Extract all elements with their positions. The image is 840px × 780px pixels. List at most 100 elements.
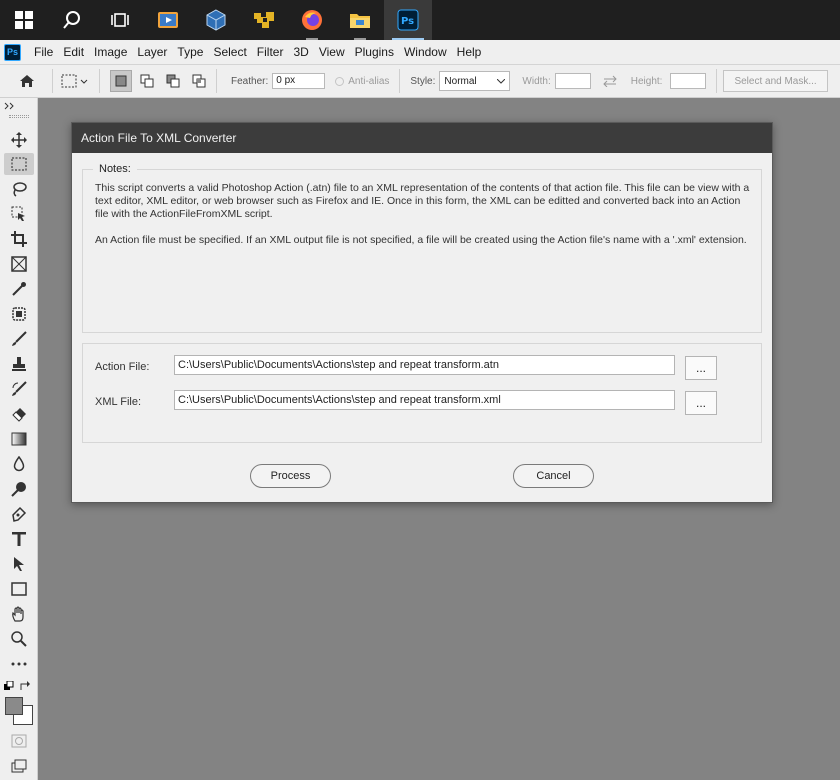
spot-healing-tool[interactable]: [4, 303, 34, 325]
menu-layer[interactable]: Layer: [132, 40, 172, 64]
lasso-tool[interactable]: [4, 178, 34, 200]
notes-text: This script converts a valid Photoshop A…: [95, 182, 755, 260]
brush-icon: [12, 331, 27, 346]
style-label: Style:: [410, 75, 436, 87]
history-brush-tool[interactable]: [4, 378, 34, 400]
notes-legend: Notes:: [93, 163, 137, 175]
menu-help[interactable]: Help: [452, 40, 487, 64]
action-file-input[interactable]: C:\Users\Public\Documents\Actions\step a…: [174, 355, 675, 375]
media-player-app[interactable]: [144, 0, 192, 40]
frame-icon: [11, 256, 27, 272]
photoshop-logo-icon[interactable]: Ps: [4, 43, 21, 61]
menu-window[interactable]: Window: [399, 40, 452, 64]
brush-tool[interactable]: [4, 328, 34, 350]
home-button[interactable]: [16, 70, 38, 92]
start-button[interactable]: [0, 0, 48, 40]
separator: [216, 69, 217, 93]
rectangle-tool[interactable]: [4, 578, 34, 600]
clone-stamp-tool[interactable]: [4, 353, 34, 375]
dialog-title[interactable]: Action File To XML Converter: [72, 123, 772, 153]
menu-view[interactable]: View: [314, 40, 350, 64]
blur-tool[interactable]: [4, 453, 34, 475]
separator: [99, 69, 100, 93]
default-colors-icon[interactable]: [4, 681, 14, 691]
eyedropper-tool[interactable]: [4, 278, 34, 300]
photoshop-app[interactable]: Ps: [384, 0, 432, 40]
menu-type[interactable]: Type: [172, 40, 208, 64]
task-view-icon: [111, 13, 129, 27]
notes-group: Notes: This script converts a valid Phot…: [82, 163, 762, 333]
quick-mask-icon[interactable]: [11, 734, 27, 748]
type-tool[interactable]: [4, 528, 34, 550]
screen-mode-icon[interactable]: [11, 759, 27, 773]
file-explorer-app[interactable]: [336, 0, 384, 40]
menu-plugins[interactable]: Plugins: [350, 40, 399, 64]
action-file-browse-button[interactable]: ...: [685, 356, 717, 380]
zoom-tool[interactable]: [4, 628, 34, 650]
action-file-label: Action File:: [95, 361, 150, 373]
xml-file-browse-button[interactable]: ...: [685, 391, 717, 415]
feather-label: Feather:: [231, 75, 269, 87]
firefox-app[interactable]: [288, 0, 336, 40]
panel-grip[interactable]: [9, 115, 29, 118]
marquee-preset-icon: [61, 74, 88, 88]
subtract-from-selection-button[interactable]: [162, 70, 184, 92]
pen-tool[interactable]: [4, 503, 34, 525]
search-button[interactable]: [48, 0, 96, 40]
swap-width-height-button[interactable]: [599, 70, 621, 92]
path-selection-tool[interactable]: [4, 553, 34, 575]
menu-select[interactable]: Select: [208, 40, 251, 64]
action-file-row: Action File: C:\Users\Public\Documents\A…: [83, 355, 763, 381]
eraser-tool[interactable]: [4, 403, 34, 425]
swap-arrows-icon: [603, 75, 617, 87]
yellow-app-icon: [254, 12, 274, 28]
frame-tool[interactable]: [4, 253, 34, 275]
anti-alias-label: Anti-alias: [348, 75, 390, 87]
menu-image[interactable]: Image: [89, 40, 132, 64]
rectangular-marquee-tool[interactable]: [4, 153, 34, 175]
hand-icon: [12, 606, 24, 622]
anti-alias-checkbox[interactable]: [335, 76, 345, 86]
object-selection-tool[interactable]: [4, 203, 34, 225]
separator: [399, 69, 401, 93]
edit-toolbar-button[interactable]: [4, 653, 34, 675]
height-input[interactable]: [670, 73, 707, 89]
dodge-icon: [11, 482, 26, 497]
swap-colors-icon[interactable]: [20, 681, 32, 691]
intersect-selection-button[interactable]: [188, 70, 210, 92]
gradient-tool[interactable]: [4, 428, 34, 450]
stamp-icon: [12, 357, 26, 371]
lasso-icon: [13, 182, 27, 197]
crop-icon: [11, 231, 27, 247]
windows-logo-icon: [15, 11, 33, 29]
options-bar: Feather: 0 px Anti-alias Style: Normal W…: [0, 64, 840, 98]
menu-3d[interactable]: 3D: [288, 40, 313, 64]
task-view-button[interactable]: [96, 0, 144, 40]
yellow-app[interactable]: [240, 0, 288, 40]
select-and-mask-button[interactable]: Select and Mask...: [723, 70, 828, 92]
virtualbox-app[interactable]: [192, 0, 240, 40]
add-to-selection-button[interactable]: [136, 70, 158, 92]
menu-edit[interactable]: Edit: [58, 40, 89, 64]
menu-file[interactable]: File: [29, 40, 58, 64]
chevron-down-icon: [497, 78, 506, 84]
process-button[interactable]: Process: [250, 464, 331, 488]
dodge-tool[interactable]: [4, 478, 34, 500]
cancel-button[interactable]: Cancel: [513, 464, 594, 488]
virtualbox-icon: [206, 9, 226, 31]
tool-preset-picker[interactable]: [59, 70, 93, 92]
foreground-color-swatch[interactable]: [5, 697, 23, 715]
hand-tool[interactable]: [4, 603, 34, 625]
move-tool[interactable]: [4, 129, 34, 151]
crop-tool[interactable]: [4, 228, 34, 250]
new-selection-button[interactable]: [110, 70, 132, 92]
healing-brush-icon: [12, 307, 26, 321]
new-selection-icon: [115, 75, 127, 87]
style-select[interactable]: Normal: [439, 71, 511, 91]
menu-filter[interactable]: Filter: [252, 40, 289, 64]
expand-panel-icon[interactable]: [4, 102, 16, 110]
gradient-icon: [11, 432, 27, 446]
xml-file-input[interactable]: C:\Users\Public\Documents\Actions\step a…: [174, 390, 675, 410]
feather-input[interactable]: 0 px: [272, 73, 326, 89]
width-input[interactable]: [554, 73, 591, 89]
